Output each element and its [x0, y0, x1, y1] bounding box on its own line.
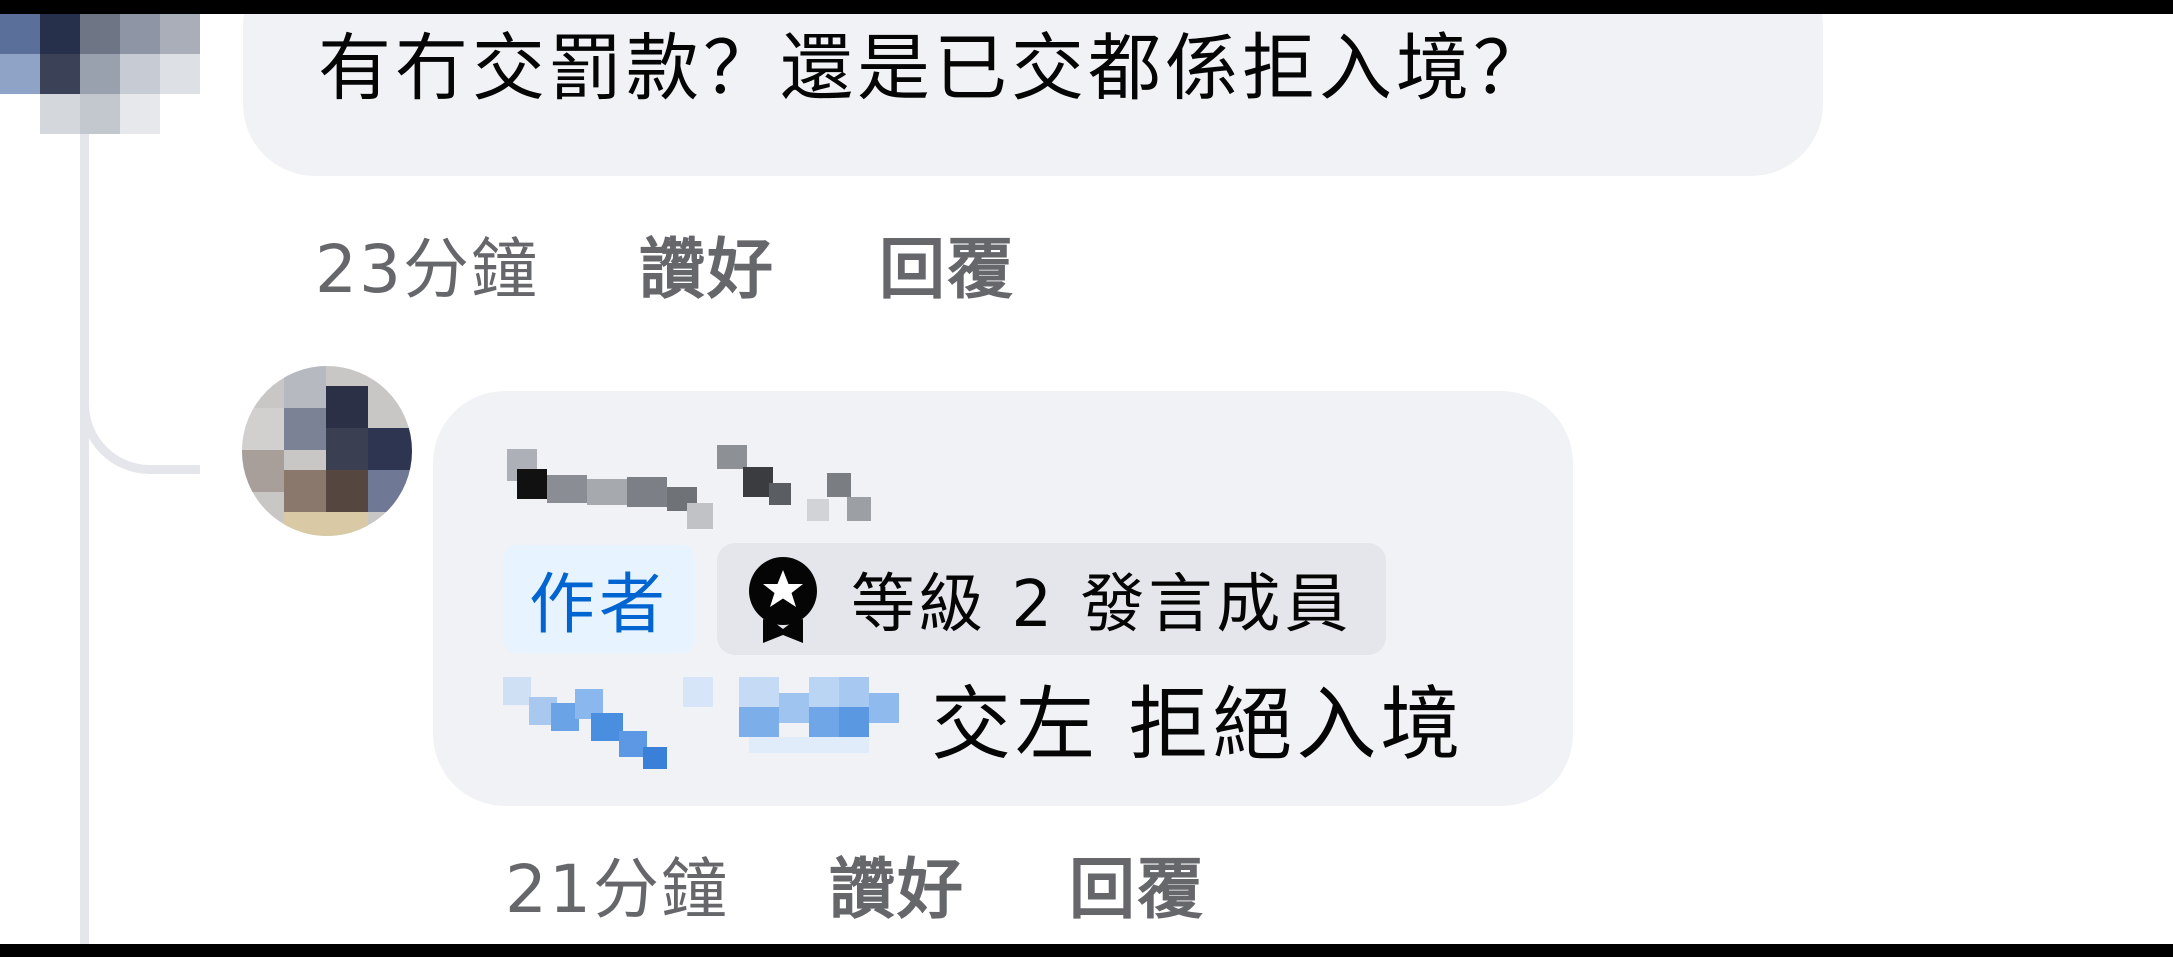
level-badge[interactable]: 等級 2 發言成員 — [717, 543, 1387, 655]
avatar[interactable] — [0, 14, 236, 134]
author-name[interactable] — [507, 439, 877, 531]
award-badge-icon — [749, 557, 817, 643]
like-button[interactable]: 讚好 — [829, 836, 965, 932]
thread-connector-line — [80, 124, 89, 944]
thread-connector-curve — [80, 324, 200, 474]
reply-avatar[interactable] — [242, 366, 412, 536]
level-badge-label: 等級 2 發言成員 — [851, 568, 1353, 642]
reply-timestamp[interactable]: 21分鐘 — [505, 836, 729, 932]
author-badge: 作者 — [503, 545, 695, 653]
comment-thread: 有冇交罰款？還是已交都係拒入境？ 23分鐘 讚好 回覆 作者 等級 2 發言成員… — [0, 14, 2173, 944]
reply-actions: 21分鐘 讚好 回覆 — [505, 834, 1205, 934]
reply-content: 交左 拒絕入境 — [503, 663, 1464, 773]
comment-text: 有冇交罰款？還是已交都係拒入境？ — [318, 26, 1550, 111]
comment-actions: 23分鐘 讚好 回覆 — [315, 214, 1015, 314]
reply-button[interactable]: 回覆 — [879, 216, 1015, 312]
comment-timestamp[interactable]: 23分鐘 — [315, 216, 539, 312]
author-badges: 作者 等級 2 發言成員 — [503, 543, 1387, 655]
reply-button[interactable]: 回覆 — [1069, 836, 1205, 932]
reply-text: 交左 拒絕入境 — [931, 678, 1465, 771]
screenshot-frame: 有冇交罰款？還是已交都係拒入境？ 23分鐘 讚好 回覆 作者 等級 2 發言成員… — [0, 0, 2173, 957]
like-button[interactable]: 讚好 — [639, 216, 775, 312]
comment-bubble: 有冇交罰款？還是已交都係拒入境？ — [243, 14, 1823, 176]
mentioned-user[interactable] — [503, 663, 923, 773]
reply-bubble: 作者 等級 2 發言成員 交左 拒絕入境 — [433, 391, 1573, 806]
